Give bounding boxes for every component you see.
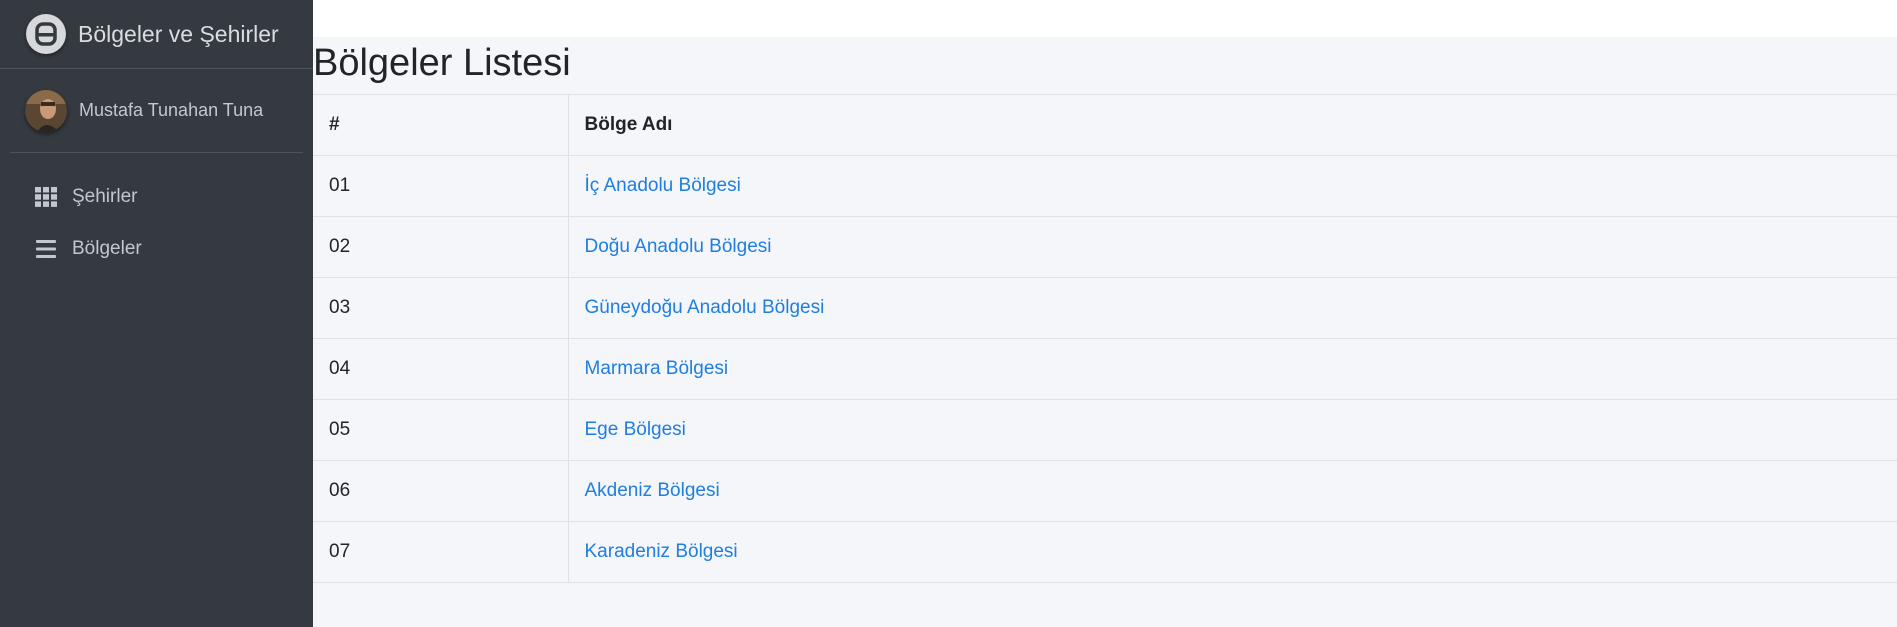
sidebar: Bölgeler ve Şehirler Mustafa Tunahan Tun… xyxy=(0,0,313,627)
user-avatar xyxy=(25,89,67,132)
column-header-number: # xyxy=(313,94,569,156)
row-number: 01 xyxy=(313,155,569,217)
user-panel: Mustafa Tunahan Tuna xyxy=(10,69,303,153)
table-row: 04 Marmara Bölgesi xyxy=(313,338,1897,400)
sidebar-item-sehirler[interactable]: Şehirler xyxy=(0,171,313,223)
table-row: 03 Güneydoğu Anadolu Bölgesi xyxy=(313,277,1897,339)
list-icon xyxy=(34,237,58,261)
brand-title: Bölgeler ve Şehirler xyxy=(78,20,279,47)
region-link[interactable]: Güneydoğu Anadolu Bölgesi xyxy=(585,297,825,318)
region-cell: Güneydoğu Anadolu Bölgesi xyxy=(568,277,1897,339)
table-row: 06 Akdeniz Bölgesi xyxy=(313,460,1897,522)
row-number: 04 xyxy=(313,338,569,400)
region-link[interactable]: Ege Bölgesi xyxy=(585,419,686,440)
sidebar-nav: Şehirler Bölgeler xyxy=(0,171,313,275)
main-content: Bölgeler Listesi # Bölge Adı 01 İç Anado… xyxy=(313,37,1897,627)
table-header-row: # Bölge Adı xyxy=(313,94,1897,156)
region-cell: Ege Bölgesi xyxy=(568,399,1897,461)
row-number: 07 xyxy=(313,521,569,583)
region-cell: İç Anadolu Bölgesi xyxy=(568,155,1897,217)
region-link[interactable]: Karadeniz Bölgesi xyxy=(585,541,738,562)
row-number: 02 xyxy=(313,216,569,278)
page-title: Bölgeler Listesi xyxy=(313,42,571,84)
table-row: 07 Karadeniz Bölgesi xyxy=(313,521,1897,583)
user-name[interactable]: Mustafa Tunahan Tuna xyxy=(79,100,263,121)
brand-link[interactable]: Bölgeler ve Şehirler xyxy=(0,0,313,69)
region-cell: Karadeniz Bölgesi xyxy=(568,521,1897,583)
row-number: 05 xyxy=(313,399,569,461)
region-cell: Akdeniz Bölgesi xyxy=(568,460,1897,522)
sidebar-item-bolgeler[interactable]: Bölgeler xyxy=(0,223,313,275)
sidebar-item-label: Şehirler xyxy=(72,186,138,207)
region-cell: Doğu Anadolu Bölgesi xyxy=(568,216,1897,278)
row-number: 03 xyxy=(313,277,569,339)
table-row: 02 Doğu Anadolu Bölgesi xyxy=(313,216,1897,278)
region-link[interactable]: Akdeniz Bölgesi xyxy=(585,480,720,501)
region-link[interactable]: Doğu Anadolu Bölgesi xyxy=(585,236,772,257)
table-row: 01 İç Anadolu Bölgesi xyxy=(313,155,1897,217)
grid-icon xyxy=(34,185,58,209)
table-row: 05 Ege Bölgesi xyxy=(313,399,1897,461)
region-link[interactable]: İç Anadolu Bölgesi xyxy=(585,175,741,196)
regions-table: # Bölge Adı 01 İç Anadolu Bölgesi 02 Doğ… xyxy=(313,94,1897,583)
row-number: 06 xyxy=(313,460,569,522)
app-logo-icon xyxy=(26,14,66,54)
column-header-name: Bölge Adı xyxy=(568,94,1897,156)
region-cell: Marmara Bölgesi xyxy=(568,338,1897,400)
sidebar-item-label: Bölgeler xyxy=(72,238,142,259)
region-link[interactable]: Marmara Bölgesi xyxy=(585,358,729,379)
top-navbar xyxy=(313,0,1897,37)
